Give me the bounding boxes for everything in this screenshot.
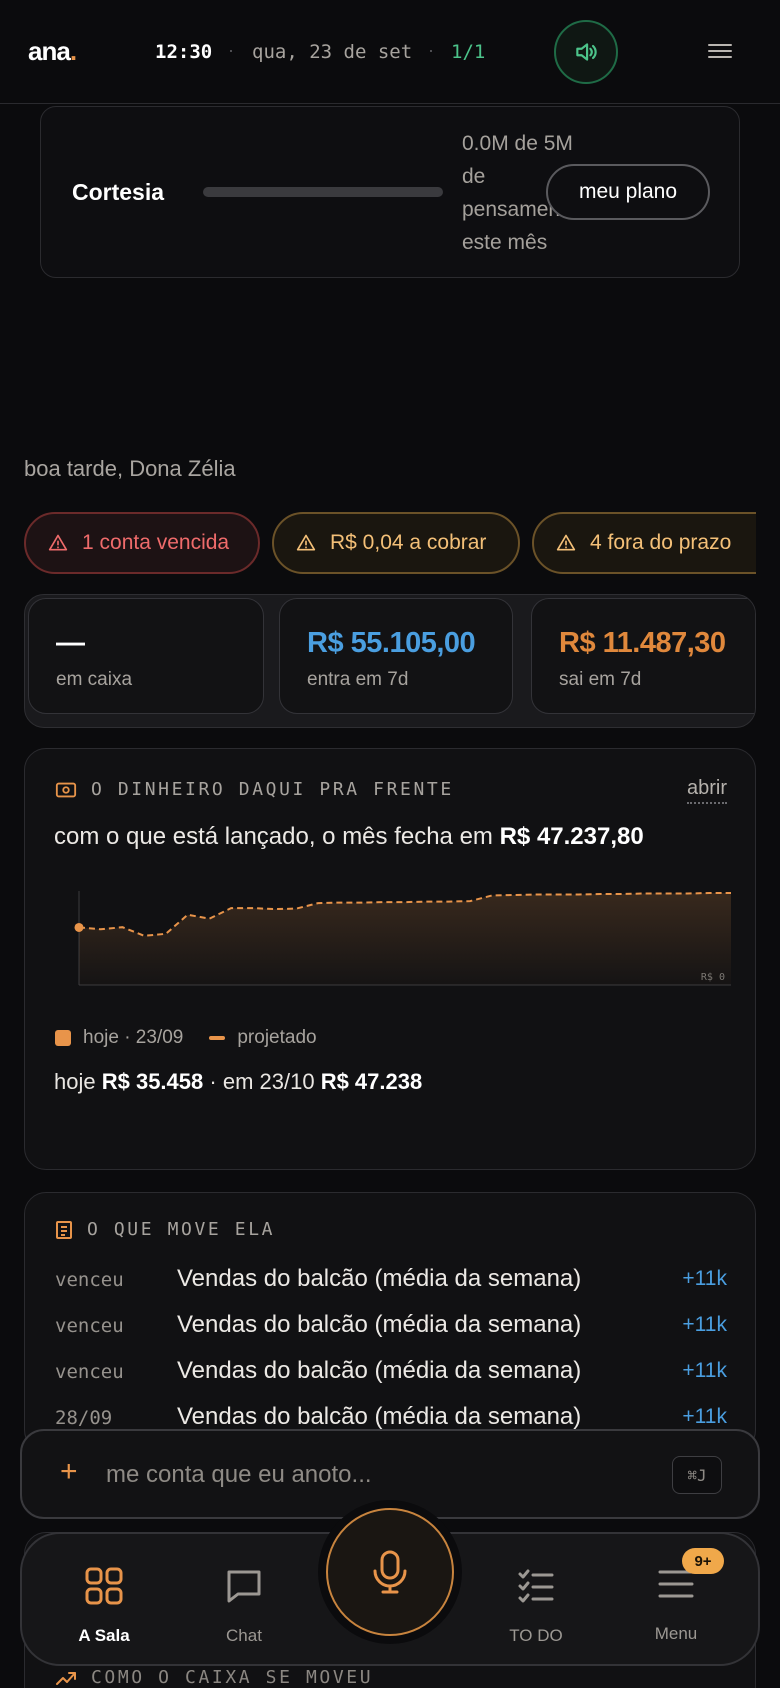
mover-amount: +11k xyxy=(682,1405,727,1428)
movers-heading: O QUE MOVE ELA xyxy=(55,1219,275,1240)
greeting: boa tarde, Dona Zélia xyxy=(24,456,236,481)
top-bar: ana. 12:30 · qua, 23 de set · 1/1 xyxy=(0,0,780,104)
kpi-outgoing[interactable]: R$ 11.487,30 sai em 7d xyxy=(531,598,755,714)
list-item[interactable]: venceu Vendas do balcão (média da semana… xyxy=(55,1259,727,1299)
mover-when: venceu xyxy=(55,1315,124,1337)
nav-item-a-sala[interactable]: A Sala xyxy=(44,1534,164,1664)
kpi-value: — xyxy=(56,627,85,659)
clock: 12:30 xyxy=(155,41,213,63)
forecast-summary: hoje R$ 35.458 · em 23/10 R$ 47.238 xyxy=(54,1069,423,1094)
session-counter: 1/1 xyxy=(451,41,486,63)
separator-dot: · xyxy=(428,40,434,60)
note-composer: + ⌘J xyxy=(20,1429,760,1519)
speaker-icon xyxy=(576,43,597,61)
grid-icon xyxy=(85,1567,123,1605)
alert-chips: 1 conta vencida R$ 0,04 a cobrar 4 fora … xyxy=(24,512,756,574)
alert-chip-late[interactable]: 4 fora do prazo xyxy=(532,512,756,574)
cash-icon xyxy=(55,782,77,797)
chat-bubble-icon xyxy=(227,1570,261,1603)
forecast-heading: O DINHEIRO DAQUI PRA FRENTE xyxy=(55,779,454,800)
warning-icon xyxy=(296,534,316,551)
nav-item-chat[interactable]: Chat xyxy=(184,1534,304,1664)
microphone-button[interactable] xyxy=(326,1508,454,1636)
open-forecast-link[interactable]: abrir xyxy=(686,777,727,804)
trend-up-icon xyxy=(56,1671,76,1685)
forecast-month-end-value: R$ 47.237,80 xyxy=(499,823,644,850)
kpi-label: em caixa xyxy=(56,669,133,690)
alert-chip-overdue[interactable]: 1 conta vencida xyxy=(24,512,260,574)
legend-today-label: hoje · 23/09 xyxy=(83,1027,184,1048)
legend-projected-label: projetado xyxy=(237,1027,317,1048)
date-label: qua, 23 de set xyxy=(252,41,413,63)
mover-description: Vendas do balcão (média da semana) xyxy=(177,1357,582,1384)
list-item[interactable]: venceu Vendas do balcão (média da semana… xyxy=(55,1305,727,1345)
nav-label: TO DO xyxy=(509,1626,563,1645)
warning-icon xyxy=(48,534,68,551)
plan-card: Cortesia 0.0M de 5M de pensamento este m… xyxy=(40,106,740,278)
separator-dot: · xyxy=(228,40,234,60)
chart-baseline-label: R$ 0 xyxy=(701,972,725,983)
nav-label: Menu xyxy=(654,1624,698,1643)
kpi-value: R$ 11.487,30 xyxy=(559,627,726,659)
warning-icon xyxy=(556,534,576,551)
alert-chip-label: R$ 0,04 a cobrar xyxy=(330,531,487,554)
mover-when: 28/09 xyxy=(55,1407,113,1429)
app-logo[interactable]: ana. xyxy=(28,36,77,67)
kpi-label: entra em 7d xyxy=(307,669,409,690)
receipt-icon xyxy=(56,1220,72,1239)
mover-when: venceu xyxy=(55,1269,124,1291)
chart-today-point xyxy=(74,922,84,932)
legend-projected-swatch xyxy=(209,1036,226,1040)
microphone-icon xyxy=(373,1550,407,1594)
alert-chip-receivable[interactable]: R$ 0,04 a cobrar xyxy=(272,512,520,574)
mover-description: Vendas do balcão (média da semana) xyxy=(177,1311,582,1338)
chart-area xyxy=(79,893,731,985)
add-attachment-button[interactable]: + xyxy=(60,1457,78,1487)
notification-badge: 9+ xyxy=(682,1548,724,1574)
forecast-card: O DINHEIRO DAQUI PRA FRENTE abrir com o … xyxy=(24,748,756,1170)
nav-label: A Sala xyxy=(78,1626,130,1645)
mover-amount: +11k xyxy=(682,1359,727,1382)
kpi-strip: — em caixa R$ 55.105,00 entra em 7d R$ 1… xyxy=(24,594,756,728)
kpi-cash[interactable]: — em caixa xyxy=(28,598,264,714)
mover-amount: +11k xyxy=(682,1267,727,1290)
alert-chip-label: 1 conta vencida xyxy=(82,531,230,554)
alert-chip-label: 4 fora do prazo xyxy=(590,531,732,554)
mover-when: venceu xyxy=(55,1361,124,1383)
mover-description: Vendas do balcão (média da semana) xyxy=(177,1403,582,1430)
mover-amount: +11k xyxy=(682,1313,727,1336)
sound-button[interactable] xyxy=(554,20,618,84)
nav-item-todo[interactable]: TO DO xyxy=(476,1534,596,1664)
checklist-icon xyxy=(518,1569,554,1603)
kpi-value: R$ 55.105,00 xyxy=(307,627,476,659)
note-input[interactable] xyxy=(106,1455,646,1495)
plan-name: Cortesia xyxy=(72,179,165,205)
shortcut-hint: ⌘J xyxy=(672,1456,722,1494)
forecast-chart: R$ 0 xyxy=(74,891,731,986)
kpi-incoming[interactable]: R$ 55.105,00 entra em 7d xyxy=(279,598,513,714)
hamburger-icon[interactable] xyxy=(704,40,736,64)
chart-legend: hoje · 23/09 projetado xyxy=(55,1027,317,1049)
forecast-sentence: com o que está lançado, o mês fecha em R… xyxy=(54,823,644,850)
cash-movement-heading: COMO O CAIXA SE MOVEU xyxy=(55,1667,373,1688)
nav-label: Chat xyxy=(226,1626,262,1645)
list-item[interactable]: venceu Vendas do balcão (média da semana… xyxy=(55,1351,727,1391)
kpi-label: sai em 7d xyxy=(559,669,642,690)
movers-card: O QUE MOVE ELA venceu Vendas do balcão (… xyxy=(24,1192,756,1452)
plan-usage-bar xyxy=(203,187,443,197)
legend-today-swatch xyxy=(55,1030,71,1046)
mover-description: Vendas do balcão (média da semana) xyxy=(177,1265,582,1292)
my-plan-button[interactable]: meu plano xyxy=(546,164,710,220)
